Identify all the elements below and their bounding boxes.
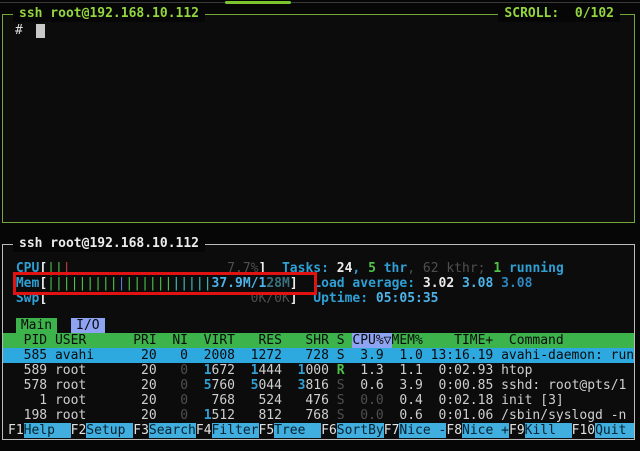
top-strip-line	[0, 2, 640, 3]
fkey-F10-label: Quit	[595, 423, 634, 438]
top-pane-content[interactable]: #	[3, 15, 634, 38]
fkey-F5-key: F5	[259, 423, 275, 438]
fkey-F3-label: Search	[149, 423, 196, 438]
terminal-screen: ssh root@192.168.10.112 SCROLL: 0/102 # …	[0, 0, 640, 451]
htop-app: CPU[||| 7.7%] Tasks: 24, 5 thr, 62 kthr;…	[3, 245, 634, 439]
tab-io[interactable]: I/O	[71, 318, 104, 333]
fkey-F6-key: F6	[321, 423, 337, 438]
process-table-body: 585 avahi 20 0 2008 1272 728 S 3.9 1.0 1…	[3, 348, 634, 423]
fkey-F7[interactable]: F7Nice -	[384, 423, 447, 438]
fkey-F9[interactable]: F9Kill	[509, 423, 572, 438]
fkey-F4-label: Filter	[212, 423, 259, 438]
fkey-F8[interactable]: F8Nice +	[446, 423, 509, 438]
fkey-F4-key: F4	[196, 423, 212, 438]
fkey-F4[interactable]: F4Filter	[196, 423, 259, 438]
spacer-line	[3, 306, 634, 318]
fkey-F6-label: SortBy	[337, 423, 384, 438]
cpu-meter-line: CPU[||| 7.7%] Tasks: 24, 5 thr, 62 kthr;…	[3, 261, 634, 276]
top-strip-progress	[225, 1, 291, 4]
meter-block: CPU[||| 7.7%] Tasks: 24, 5 thr, 62 kthr;…	[3, 261, 634, 306]
fkey-F3-key: F3	[133, 423, 149, 438]
function-key-bar: F1Help F2Setup F3SearchF4FilterF5Tree F6…	[3, 423, 634, 438]
top-pane[interactable]: ssh root@192.168.10.112 SCROLL: 0/102 #	[2, 14, 635, 223]
fkey-F2[interactable]: F2Setup	[71, 423, 134, 438]
fkey-F5-label: Tree	[274, 423, 321, 438]
fkey-F8-label: Nice +	[462, 423, 509, 438]
fkey-F10[interactable]: F10Quit	[572, 423, 634, 438]
fkey-F5[interactable]: F5Tree	[259, 423, 322, 438]
fkey-F6[interactable]: F6SortBy	[321, 423, 384, 438]
bottom-pane[interactable]: ssh root@192.168.10.112 CPU[||| 7.7%] Ta…	[2, 244, 635, 440]
process-table-header[interactable]: PID USER PRI NI VIRT RES SHR S CPU%▽MEM%…	[3, 333, 634, 348]
fkey-F1[interactable]: F1Help	[8, 423, 71, 438]
tab-main[interactable]: Main	[16, 318, 57, 333]
fkey-F9-key: F9	[509, 423, 525, 438]
fkey-F7-key: F7	[384, 423, 400, 438]
shell-prompt: #	[15, 23, 31, 38]
fkey-F7-label: Nice -	[399, 423, 446, 438]
process-row-1[interactable]: 1 root 20 0 768 524 476 S 0.0 0.4 0:02.1…	[3, 393, 634, 408]
spacer-line	[3, 249, 634, 261]
fkey-F2-label: Setup	[86, 423, 133, 438]
process-row-578[interactable]: 578 root 20 0 5760 5044 3816 S 0.6 3.9 0…	[3, 378, 634, 393]
process-row-198[interactable]: 198 root 20 0 1512 812 768 S 0.0 0.6 0:0…	[3, 408, 634, 423]
fkey-F3[interactable]: F3Search	[133, 423, 196, 438]
fkey-F1-label: Help	[24, 423, 71, 438]
process-row-589[interactable]: 589 root 20 0 1672 1444 1000 R 1.3 1.1 0…	[3, 363, 634, 378]
cursor	[36, 24, 45, 38]
fkey-F2-key: F2	[71, 423, 87, 438]
screen-tabs: Main I/O	[3, 318, 634, 333]
fkey-F10-key: F10	[572, 423, 595, 438]
swp-meter-line: Swp[ 0K/0K] Uptime: 05:05:35	[3, 291, 634, 306]
fkey-F1-key: F1	[8, 423, 24, 438]
fkey-F8-key: F8	[446, 423, 462, 438]
mem-meter-line: Mem[|||||||||||||||||||||37.9M/128M] Loa…	[3, 276, 634, 291]
process-row-585[interactable]: 585 avahi 20 0 2008 1272 728 S 3.9 1.0 1…	[3, 348, 634, 363]
fkey-F9-label: Kill	[525, 423, 572, 438]
